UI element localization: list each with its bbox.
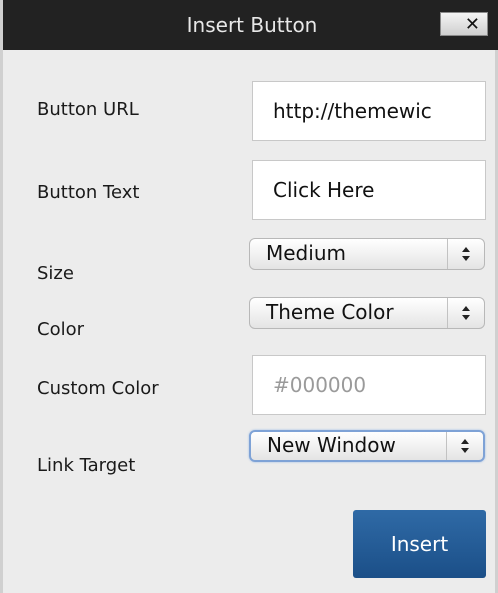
link-target-label: Link Target <box>37 455 136 476</box>
insert-button[interactable]: Insert <box>353 510 486 578</box>
button-url-label: Button URL <box>37 99 139 120</box>
dialog-title: Insert Button <box>186 13 318 37</box>
close-icon: ✕ <box>464 13 480 35</box>
custom-color-input[interactable]: #000000 <box>252 355 486 415</box>
link-target-selected-value: New Window <box>267 433 396 457</box>
button-url-input[interactable]: http://themewic <box>252 81 486 141</box>
title-bar: Insert Button ✕ <box>3 0 498 50</box>
updown-arrows-icon <box>446 432 483 460</box>
size-label: Size <box>37 263 74 284</box>
updown-arrows-icon <box>447 239 484 269</box>
insert-button-dialog: Insert Button ✕ Button URL http://themew… <box>0 0 498 593</box>
size-selected-value: Medium <box>266 241 346 265</box>
color-select[interactable]: Theme Color <box>249 297 485 329</box>
custom-color-label: Custom Color <box>37 378 159 399</box>
button-text-input[interactable]: Click Here <box>252 160 486 220</box>
color-selected-value: Theme Color <box>266 300 394 324</box>
close-button[interactable]: ✕ <box>440 12 488 36</box>
updown-arrows-icon <box>447 298 484 328</box>
color-label: Color <box>37 319 84 340</box>
button-text-label: Button Text <box>37 182 140 203</box>
link-target-select[interactable]: New Window <box>249 430 485 462</box>
size-select[interactable]: Medium <box>249 238 485 270</box>
